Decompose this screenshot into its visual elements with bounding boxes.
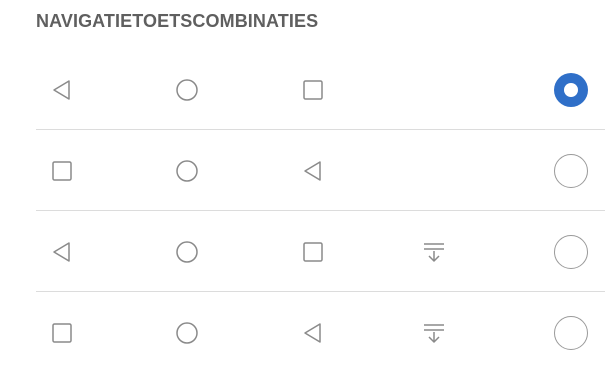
back-icon (49, 77, 75, 103)
section-title: NAVIGATIETOETSCOMBINATIES (36, 11, 319, 31)
home-icon (174, 320, 200, 346)
radio-button[interactable] (554, 316, 588, 350)
recents-icon (49, 158, 75, 184)
radio-button[interactable] (554, 154, 588, 188)
notification-pulldown-icon (421, 239, 447, 265)
notification-pulldown-icon (421, 320, 447, 346)
home-icon (174, 239, 200, 265)
navigation-combination-option-4[interactable] (36, 293, 605, 373)
home-icon (174, 77, 200, 103)
recents-icon (300, 77, 326, 103)
navigation-combination-option-1[interactable] (36, 50, 605, 130)
back-icon (300, 158, 326, 184)
back-icon (49, 239, 75, 265)
navigation-combination-option-2[interactable] (36, 131, 605, 211)
home-icon (174, 158, 200, 184)
radio-button[interactable] (554, 235, 588, 269)
recents-icon (49, 320, 75, 346)
back-icon (300, 320, 326, 346)
recents-icon (300, 239, 326, 265)
radio-button-selected[interactable] (554, 73, 588, 107)
navigation-combination-option-3[interactable] (36, 212, 605, 292)
